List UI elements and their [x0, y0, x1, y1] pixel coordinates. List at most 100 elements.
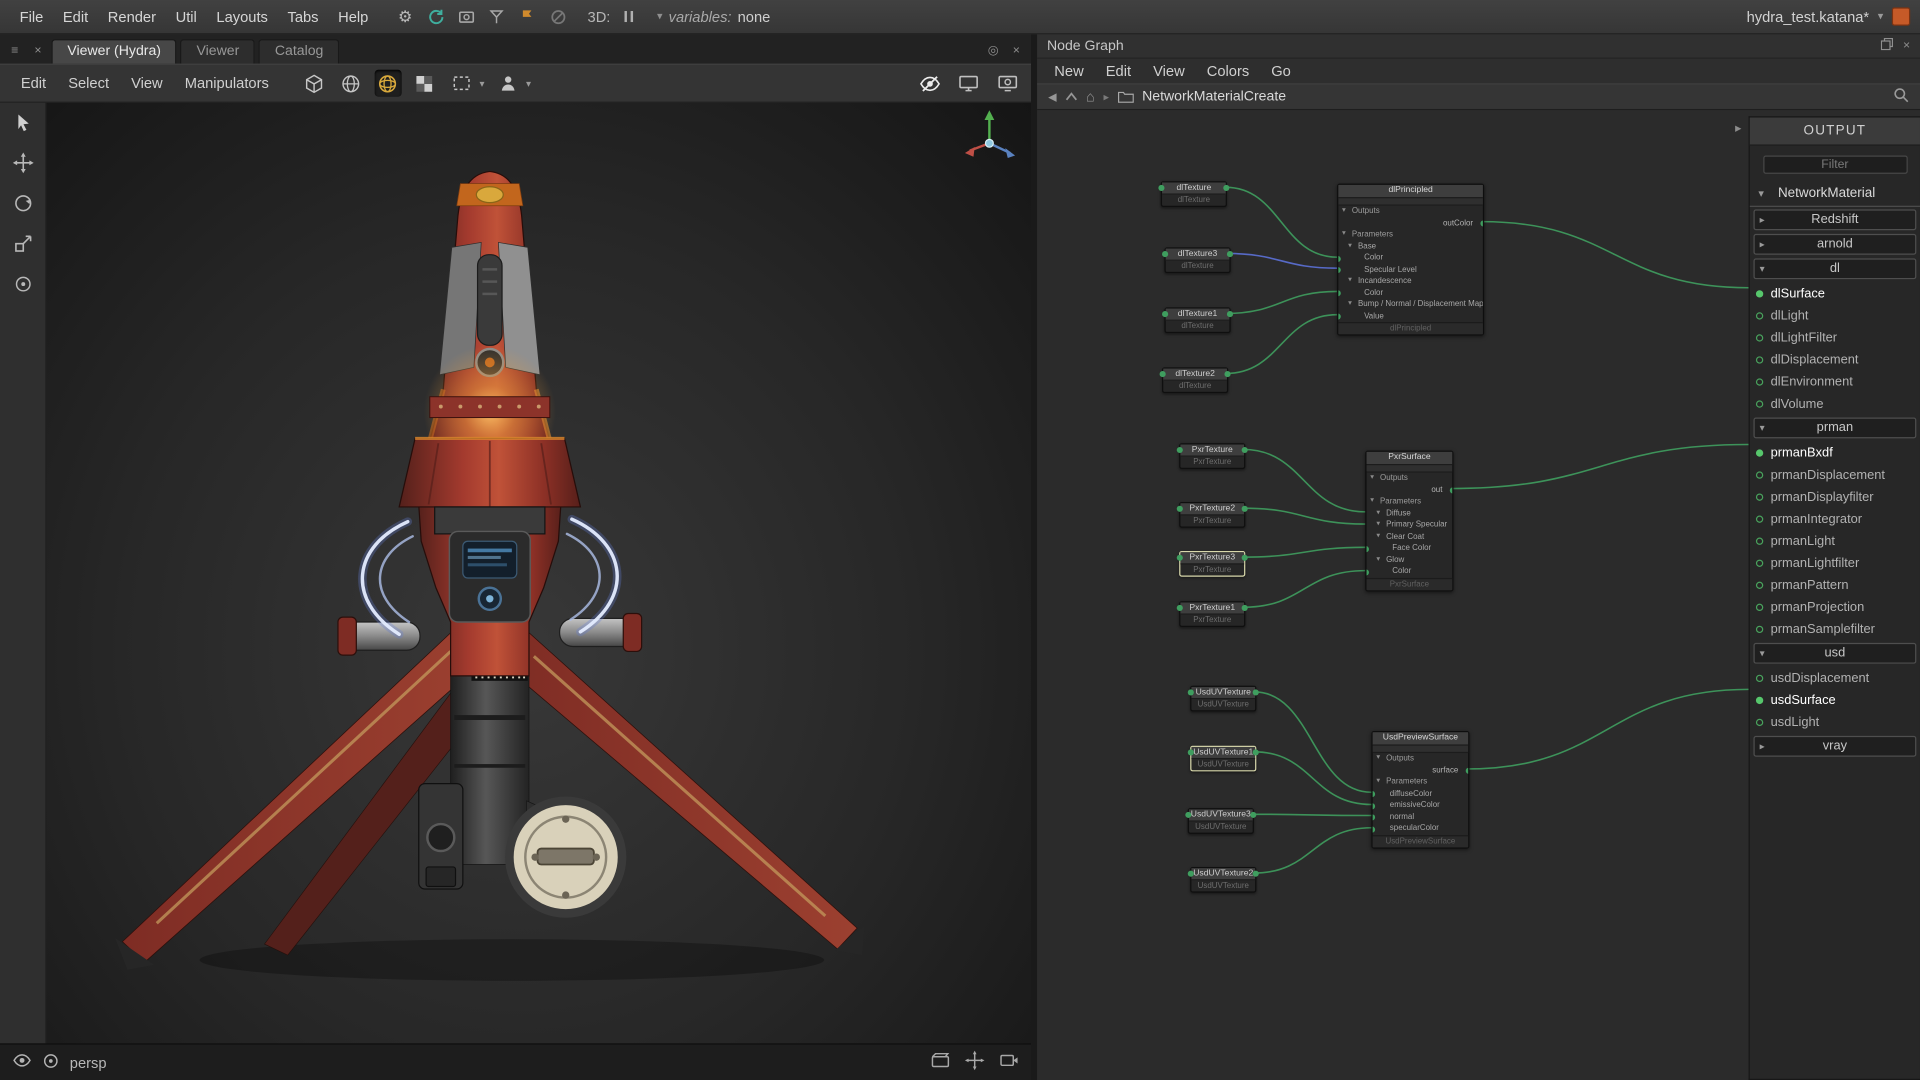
translate-tool-icon[interactable]: [9, 149, 36, 176]
node-PxrTexture2[interactable]: PxrTexture2PxrTexture: [1179, 502, 1245, 528]
menubar-item[interactable]: Render: [98, 4, 166, 28]
node-UsdUVTexture3[interactable]: UsdUVTexture3UsdUVTexture: [1188, 808, 1254, 834]
output-row[interactable]: prmanLight: [1750, 530, 1920, 552]
sync-icon[interactable]: [426, 7, 446, 27]
node-row[interactable]: Incandescence: [1338, 276, 1482, 288]
node-dlTexture1[interactable]: dlTexture1dlTexture: [1164, 307, 1230, 333]
pane-float-icon[interactable]: [1881, 38, 1893, 54]
scale-tool-icon[interactable]: [9, 230, 36, 257]
output-row[interactable]: prmanProjection: [1750, 596, 1920, 618]
viewer-tab[interactable]: Viewer: [181, 39, 256, 63]
output-row[interactable]: usdDisplacement: [1750, 667, 1920, 689]
output-row[interactable]: arnold: [1753, 234, 1916, 255]
back-icon[interactable]: ◀: [1048, 90, 1056, 103]
pane-pin-icon[interactable]: ◎: [983, 40, 1003, 60]
node-row[interactable]: Specular Level: [1338, 264, 1482, 276]
pane-menu-icon[interactable]: ≡: [5, 40, 25, 60]
node-UsdUVTexture1[interactable]: UsdUVTexture1UsdUVTexture: [1190, 746, 1256, 772]
select-arrow-icon[interactable]: [9, 109, 36, 136]
node-PxrTexture3[interactable]: PxrTexture3PxrTexture: [1179, 551, 1245, 577]
output-row[interactable]: dlEnvironment: [1750, 371, 1920, 393]
wireframe-sphere-icon[interactable]: [374, 70, 401, 97]
node-row[interactable]: Parameters: [1367, 496, 1453, 508]
node-row[interactable]: Color: [1338, 287, 1482, 299]
output-row[interactable]: dlLight: [1750, 305, 1920, 327]
viewer-menu-item[interactable]: Manipulators: [174, 70, 280, 97]
node-row[interactable]: out: [1367, 484, 1453, 496]
pane-close-icon[interactable]: ×: [28, 40, 48, 60]
camera-target-icon[interactable]: [43, 1052, 59, 1072]
viewer-tab[interactable]: Viewer (Hydra): [51, 39, 176, 63]
camera-export-icon[interactable]: [999, 1051, 1019, 1074]
pane-close-icon[interactable]: ×: [1903, 39, 1910, 52]
node-PxrTexture[interactable]: PxrTexturePxrTexture: [1179, 443, 1245, 469]
node-row[interactable]: Diffuse: [1367, 508, 1453, 520]
node-row[interactable]: surface: [1373, 765, 1469, 777]
node-row[interactable]: outColor: [1338, 217, 1482, 229]
output-row[interactable]: prmanDisplayfilter: [1750, 486, 1920, 508]
search-icon[interactable]: [1893, 87, 1909, 107]
output-row[interactable]: vray: [1753, 736, 1916, 757]
checker-icon[interactable]: [411, 70, 438, 97]
node-row[interactable]: Color: [1338, 252, 1482, 264]
viewer-menu-item[interactable]: Select: [57, 70, 120, 97]
panel-collapse-icon[interactable]: ▸: [1735, 122, 1741, 135]
output-row[interactable]: dlVolume: [1750, 393, 1920, 415]
output-row[interactable]: prmanDisplacement: [1750, 464, 1920, 486]
output-row[interactable]: dl: [1753, 258, 1916, 279]
node-row[interactable]: normal: [1373, 811, 1469, 823]
snapshot-icon[interactable]: [457, 7, 477, 27]
node-graph-menu-item[interactable]: Colors: [1197, 60, 1259, 82]
menubar-item[interactable]: Layouts: [207, 4, 278, 28]
output-row[interactable]: prmanPattern: [1750, 574, 1920, 596]
node-dlTexture3[interactable]: dlTexture3dlTexture: [1164, 247, 1230, 273]
chevron-down-icon[interactable]: ▾: [479, 78, 484, 89]
node-row[interactable]: Outputs: [1373, 753, 1469, 765]
flag-icon[interactable]: [518, 7, 538, 27]
orientation-gizmo[interactable]: [955, 107, 1024, 176]
render-status-icon[interactable]: [1892, 7, 1910, 25]
pane-close-icon[interactable]: ×: [1007, 40, 1027, 60]
output-row[interactable]: usdLight: [1750, 711, 1920, 733]
pause-icon[interactable]: [623, 11, 635, 22]
node-UsdPreviewSurface[interactable]: UsdPreviewSurface OutputssurfaceParamete…: [1371, 731, 1469, 848]
chevron-down-icon[interactable]: ▾: [1878, 10, 1884, 23]
node-graph-menu-item[interactable]: New: [1044, 60, 1093, 82]
viewer-menu-item[interactable]: View: [120, 70, 174, 97]
camera-person-icon[interactable]: [494, 70, 521, 97]
viewer-tab[interactable]: Catalog: [259, 39, 339, 63]
node-PxrSurface[interactable]: PxrSurface OutputsoutParametersDiffusePr…: [1365, 451, 1453, 591]
node-graph-menu-item[interactable]: Go: [1261, 60, 1300, 82]
menubar-item[interactable]: Edit: [53, 4, 98, 28]
root-icon[interactable]: ⌂: [1086, 88, 1095, 105]
node-row[interactable]: Parameters: [1338, 229, 1482, 241]
chevron-down-icon[interactable]: ▾: [526, 78, 531, 89]
eye-slash-icon[interactable]: [916, 70, 943, 97]
menubar-item[interactable]: Help: [328, 4, 378, 28]
node-row[interactable]: Bump / Normal / Displacement Map: [1338, 299, 1482, 311]
node-row[interactable]: Color: [1367, 566, 1453, 578]
node-row[interactable]: Face Color: [1367, 542, 1453, 554]
breadcrumb-label[interactable]: NetworkMaterialCreate: [1142, 89, 1286, 104]
menubar-item[interactable]: Util: [166, 4, 207, 28]
node-dlTexture2[interactable]: dlTexture2dlTexture: [1162, 367, 1228, 393]
node-row[interactable]: Outputs: [1338, 206, 1482, 218]
node-row[interactable]: Clear Coat: [1367, 531, 1453, 543]
viewport-3d[interactable]: [47, 103, 1031, 1043]
output-row[interactable]: NetworkMaterial: [1750, 182, 1920, 206]
output-row[interactable]: prman: [1753, 418, 1916, 439]
node-PxrTexture1[interactable]: PxrTexture1PxrTexture: [1179, 601, 1245, 627]
node-row[interactable]: specularColor: [1373, 823, 1469, 835]
camera-name[interactable]: persp: [70, 1054, 107, 1071]
up-icon[interactable]: [1065, 92, 1077, 102]
node-row[interactable]: diffuseColor: [1373, 788, 1469, 800]
node-graph-menu-item[interactable]: View: [1143, 60, 1194, 82]
node-graph-menu-item[interactable]: Edit: [1096, 60, 1141, 82]
node-UsdUVTexture2[interactable]: UsdUVTexture2UsdUVTexture: [1190, 867, 1256, 893]
disable-icon[interactable]: [548, 7, 568, 27]
node-row[interactable]: Base: [1338, 241, 1482, 253]
rotate-tool-icon[interactable]: [9, 190, 36, 217]
node-UsdUVTexture[interactable]: UsdUVTextureUsdUVTexture: [1190, 686, 1256, 712]
node-row[interactable]: emissiveColor: [1373, 800, 1469, 812]
output-row[interactable]: prmanSamplefilter: [1750, 618, 1920, 640]
